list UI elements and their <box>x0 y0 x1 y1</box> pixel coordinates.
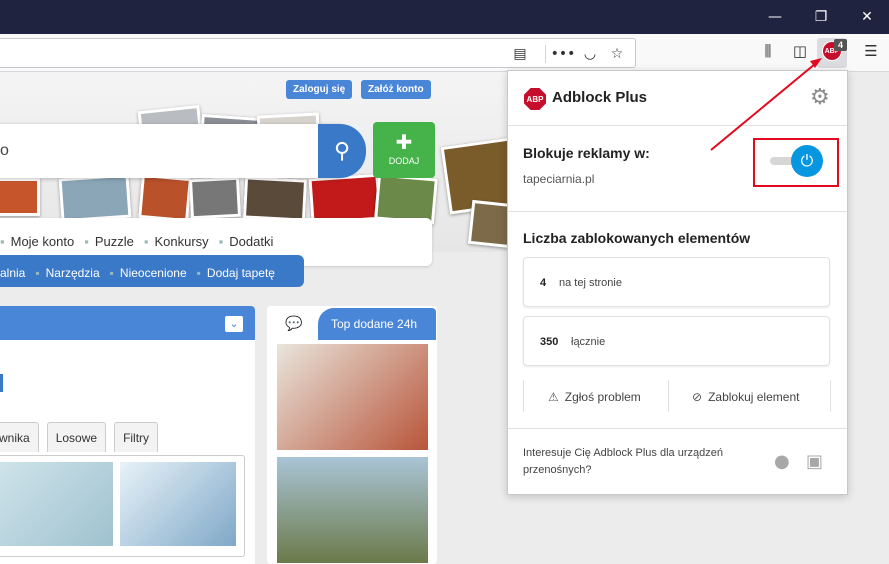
annotation-arrow <box>710 58 822 151</box>
